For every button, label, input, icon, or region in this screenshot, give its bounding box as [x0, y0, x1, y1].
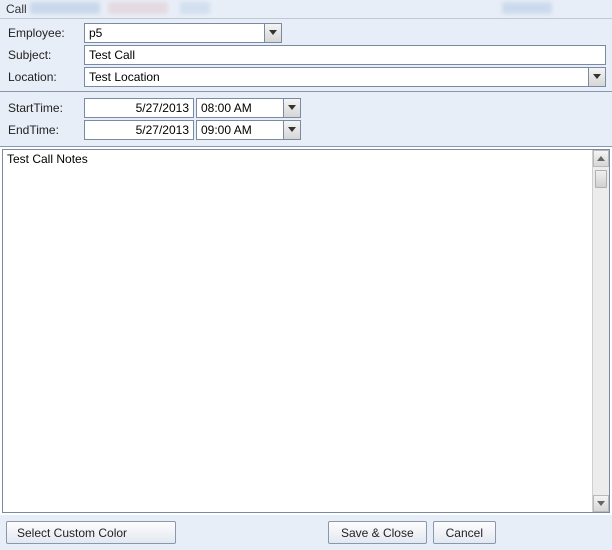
chevron-down-icon — [597, 501, 605, 507]
chevron-down-icon — [288, 105, 296, 111]
employee-dropdown-button[interactable] — [264, 24, 281, 42]
notes-container — [0, 147, 612, 515]
start-time-row: StartTime: 5/27/2013 08:00 AM — [4, 98, 608, 118]
form-header: Employee: p5 Subject: Test Call Location… — [0, 19, 612, 92]
location-dropdown-button[interactable] — [588, 68, 605, 86]
end-date-input[interactable]: 5/27/2013 — [84, 120, 194, 140]
end-time-value: 09:00 AM — [197, 123, 283, 137]
start-date-value: 5/27/2013 — [136, 101, 189, 115]
cancel-button[interactable]: Cancel — [433, 521, 496, 544]
employee-combo[interactable]: p5 — [84, 23, 282, 43]
notes-scrollbar[interactable] — [592, 150, 609, 512]
call-dialog: Call Employee: p5 Subject: Test Call Loc… — [0, 0, 612, 550]
location-value: Test Location — [85, 70, 588, 84]
end-date-value: 5/27/2013 — [136, 123, 189, 137]
start-time-dropdown-button[interactable] — [283, 99, 300, 117]
employee-label: Employee: — [4, 24, 84, 42]
subject-input[interactable]: Test Call — [84, 45, 606, 65]
time-section: StartTime: 5/27/2013 08:00 AM EndTime: 5… — [0, 92, 612, 147]
location-combo[interactable]: Test Location — [84, 67, 606, 87]
scroll-up-button[interactable] — [593, 150, 609, 167]
notes-textarea[interactable] — [3, 150, 592, 512]
location-row: Location: Test Location — [4, 67, 608, 87]
chevron-down-icon — [269, 30, 277, 36]
scroll-down-button[interactable] — [593, 495, 609, 512]
end-time-row: EndTime: 5/27/2013 09:00 AM — [4, 120, 608, 140]
end-time-dropdown-button[interactable] — [283, 121, 300, 139]
save-and-close-button[interactable]: Save & Close — [328, 521, 427, 544]
employee-row: Employee: p5 — [4, 23, 608, 43]
end-time-combo[interactable]: 09:00 AM — [196, 120, 301, 140]
end-time-label: EndTime: — [4, 121, 84, 139]
select-custom-color-button[interactable]: Select Custom Color — [6, 521, 176, 544]
chevron-down-icon — [288, 127, 296, 133]
start-date-input[interactable]: 5/27/2013 — [84, 98, 194, 118]
start-time-label: StartTime: — [4, 99, 84, 117]
titlebar: Call — [0, 0, 612, 19]
start-time-combo[interactable]: 08:00 AM — [196, 98, 301, 118]
background-blur — [30, 0, 612, 17]
button-bar: Select Custom Color Save & Close Cancel — [0, 515, 612, 550]
window-title: Call — [6, 2, 27, 16]
location-label: Location: — [4, 68, 84, 86]
scroll-thumb[interactable] — [595, 170, 607, 188]
subject-row: Subject: Test Call — [4, 45, 608, 65]
chevron-up-icon — [597, 156, 605, 162]
start-time-value: 08:00 AM — [197, 101, 283, 115]
chevron-down-icon — [593, 74, 601, 80]
employee-value: p5 — [85, 26, 264, 40]
subject-label: Subject: — [4, 46, 84, 64]
subject-value: Test Call — [85, 48, 605, 62]
notes-field — [2, 149, 610, 513]
